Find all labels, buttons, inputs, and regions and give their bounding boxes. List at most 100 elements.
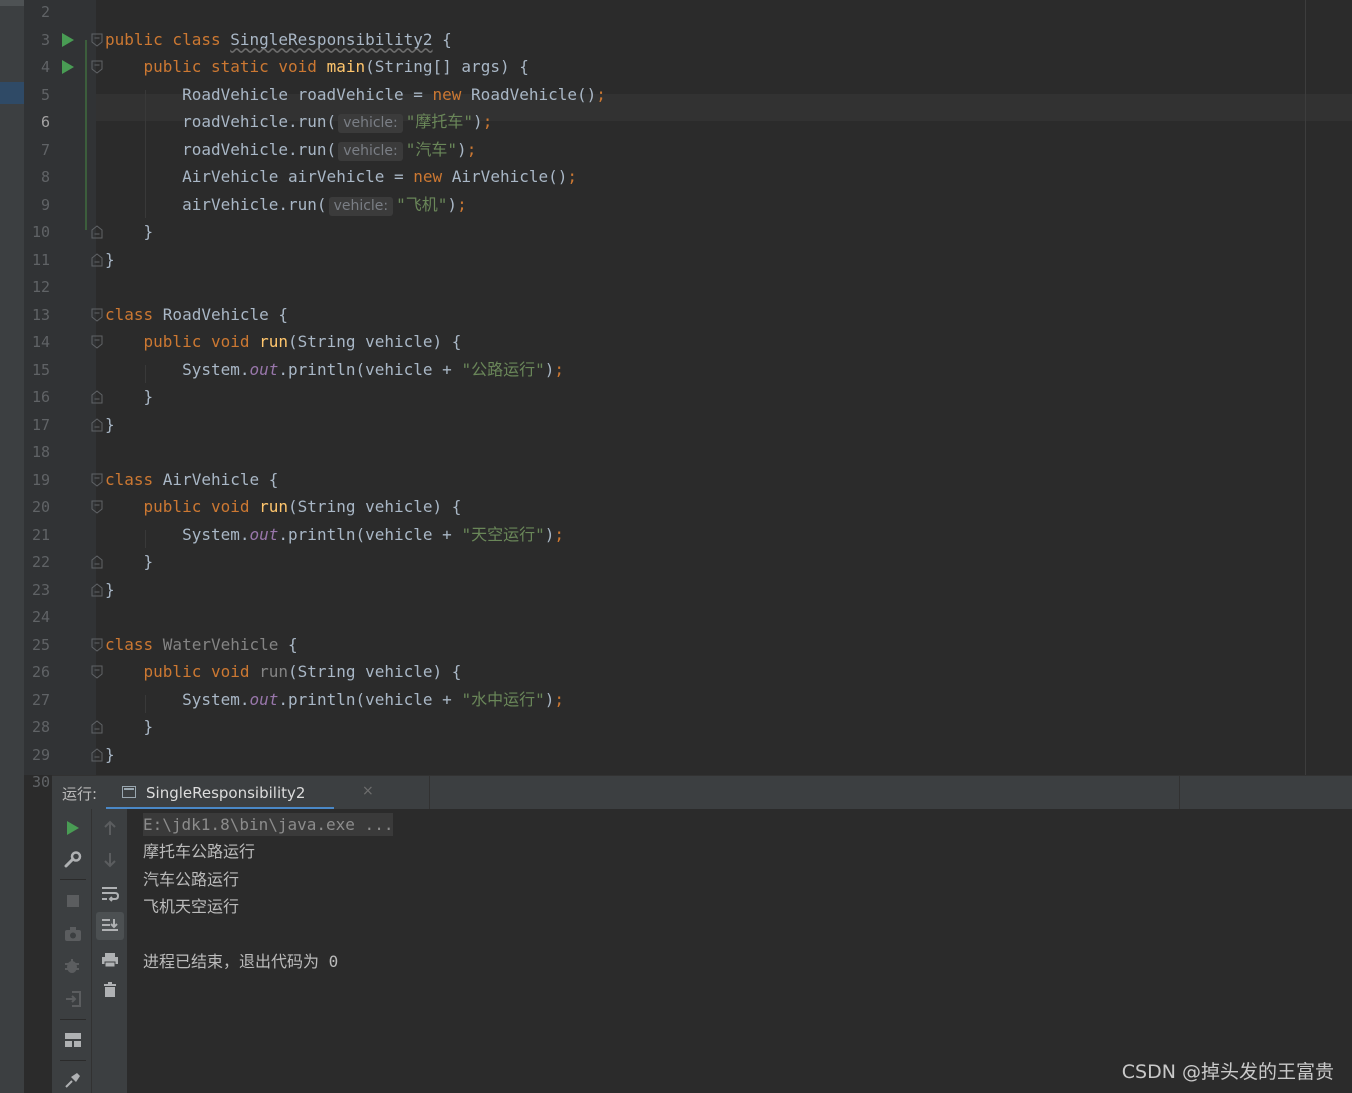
layout-icon[interactable] — [60, 1027, 86, 1053]
line-number: 3 — [40, 30, 50, 49]
run-gutter-icon[interactable] — [62, 32, 74, 47]
pin-icon[interactable] — [60, 1067, 86, 1093]
line-number: 10 — [31, 223, 50, 241]
vcs-change-marker[interactable] — [85, 40, 87, 230]
console-line: 汽车公路运行 — [143, 870, 240, 889]
code-token: ) — [457, 139, 467, 159]
parameter-hint: vehicle: — [338, 114, 403, 133]
soft-wrap-icon[interactable] — [97, 881, 123, 907]
fold-open-icon[interactable] — [91, 473, 103, 487]
console-line: 飞机天空运行 — [143, 897, 240, 916]
line-number: 27 — [31, 690, 50, 709]
line-number: 8 — [40, 168, 50, 186]
fold-open-icon[interactable] — [91, 335, 103, 349]
code-token: { — [278, 634, 298, 654]
run-panel-header: 运行: SingleResponsibility2 × — [52, 775, 1352, 810]
arrow-up-icon[interactable] — [97, 815, 123, 841]
code-token: } — [105, 387, 154, 406]
print-icon[interactable] — [97, 947, 123, 973]
code-token: run — [259, 497, 289, 516]
fold-open-icon[interactable] — [91, 500, 103, 514]
console-command: E:\jdk1.8\bin\java.exe ... — [143, 813, 394, 836]
code-token: public static void — [105, 57, 327, 76]
camera-icon[interactable] — [60, 921, 86, 947]
code-line: RoadVehicle roadVehicle = new RoadVehicl… — [105, 85, 606, 105]
code-token: roadVehicle.run( — [105, 139, 337, 159]
line-number: 16 — [31, 388, 50, 406]
code-token: class — [105, 634, 163, 654]
rerun-icon[interactable] — [60, 815, 86, 841]
code-token: AirVehicle airVehicle = — [105, 167, 414, 186]
code-token: "公路运行" — [461, 359, 545, 379]
code-token: ) — [447, 194, 458, 214]
run-gutter-icon[interactable] — [62, 60, 74, 74]
code-token: .println(vehicle + — [278, 524, 462, 544]
console-output[interactable]: E:\jdk1.8\bin\java.exe ... 摩托车公路运行 汽车公路运… — [127, 809, 1352, 1093]
code-token: ; — [554, 359, 564, 379]
fold-open-icon[interactable] — [91, 33, 103, 47]
line-number: 23 — [31, 580, 50, 599]
fold-open-icon[interactable] — [91, 308, 103, 322]
fold-open-icon[interactable] — [91, 60, 103, 74]
code-token: "天空运行" — [461, 524, 545, 544]
toolbar-divider — [60, 1019, 86, 1020]
code-line: public void run(String vehicle) { — [105, 332, 462, 352]
line-number: 6 — [40, 113, 50, 131]
toolbar-divider — [60, 1060, 86, 1061]
stop-icon[interactable] — [60, 888, 86, 914]
line-number: 22 — [31, 553, 50, 571]
code-token: SingleResponsibility2 — [230, 29, 433, 49]
code-token: System. — [105, 524, 250, 544]
code-token: AirVehicle { — [162, 469, 279, 489]
code-token: .println(vehicle + — [278, 689, 462, 709]
fold-open-icon[interactable] — [91, 665, 103, 679]
code-token: run — [259, 332, 289, 351]
code-line: } — [105, 387, 154, 407]
fold-end-icon[interactable] — [91, 252, 103, 267]
close-tab-button[interactable]: × — [362, 783, 374, 799]
debug-icon[interactable] — [60, 953, 86, 979]
run-tab[interactable]: SingleResponsibility2 × — [106, 776, 374, 810]
code-token: RoadVehicle { — [162, 304, 289, 324]
arrow-down-icon[interactable] — [97, 847, 123, 873]
fold-end-icon[interactable] — [91, 747, 103, 762]
code-line: } — [105, 745, 115, 765]
code-token: ; — [482, 112, 493, 131]
code-token: ) — [544, 524, 555, 544]
code-token: { — [432, 29, 452, 49]
run-panel-label: 运行: — [62, 785, 98, 803]
code-token: public void — [105, 497, 260, 516]
fold-end-icon[interactable] — [91, 582, 103, 597]
wrench-icon[interactable] — [60, 847, 86, 873]
code-token: System. — [105, 689, 250, 709]
code-line: } — [105, 552, 154, 572]
fold-end-icon[interactable] — [91, 720, 103, 734]
trash-icon[interactable] — [97, 977, 123, 1003]
run-toolbar-secondary — [92, 809, 128, 1093]
code-token: (String[] args) { — [365, 57, 529, 76]
code-token: } — [105, 249, 115, 269]
code-token: out — [249, 359, 279, 379]
fold-end-icon[interactable] — [91, 390, 103, 404]
code-line: } — [105, 580, 115, 600]
fold-end-icon[interactable] — [91, 555, 103, 569]
line-number: 9 — [40, 195, 50, 214]
code-editor[interactable]: public class SingleResponsibility2 { pub… — [96, 0, 1352, 775]
fold-end-icon[interactable] — [91, 417, 103, 432]
code-line: public void run(String vehicle) { — [105, 662, 462, 682]
code-token: } — [105, 222, 154, 241]
code-token: ) — [544, 359, 555, 379]
login-icon[interactable] — [60, 986, 86, 1012]
line-number: 19 — [31, 470, 50, 489]
fold-end-icon[interactable] — [91, 225, 103, 239]
code-token: ) — [473, 112, 483, 131]
code-line: roadVehicle.run(vehicle: "汽车"); — [105, 140, 476, 161]
code-line: class AirVehicle { — [105, 470, 278, 490]
fold-open-icon[interactable] — [91, 638, 103, 652]
line-number: 15 — [31, 360, 50, 379]
code-token: public void — [105, 332, 260, 351]
console-exit-line: 进程已结束，退出代码为 0 — [143, 952, 339, 971]
scroll-to-end-icon[interactable] — [96, 912, 124, 940]
code-token: "飞机" — [396, 194, 448, 214]
code-token: RoadVehicle roadVehicle = — [105, 84, 433, 104]
